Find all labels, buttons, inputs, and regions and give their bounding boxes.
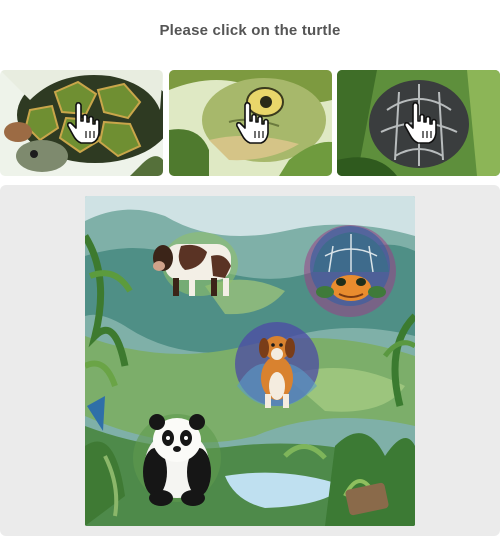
challenge-image[interactable]: [85, 196, 415, 526]
hand-pointer-icon: [235, 101, 269, 144]
panda-hotspot[interactable]: [133, 412, 221, 508]
hand-pointer-icon: [403, 101, 437, 144]
example-turtle-3: [337, 70, 500, 176]
challenge-panel: [0, 185, 500, 536]
turtle-hotspot[interactable]: [305, 224, 397, 316]
example-turtle-2: [169, 70, 332, 176]
captcha-widget: Please click on the turtle: [0, 0, 500, 536]
example-turtle-1: [0, 70, 163, 176]
dog-hotspot[interactable]: [235, 322, 319, 406]
hand-pointer-icon: [66, 101, 100, 144]
cow-hotspot[interactable]: [119, 226, 199, 302]
instruction-text: Please click on the turtle: [159, 22, 341, 39]
example-images-row: [0, 70, 500, 176]
